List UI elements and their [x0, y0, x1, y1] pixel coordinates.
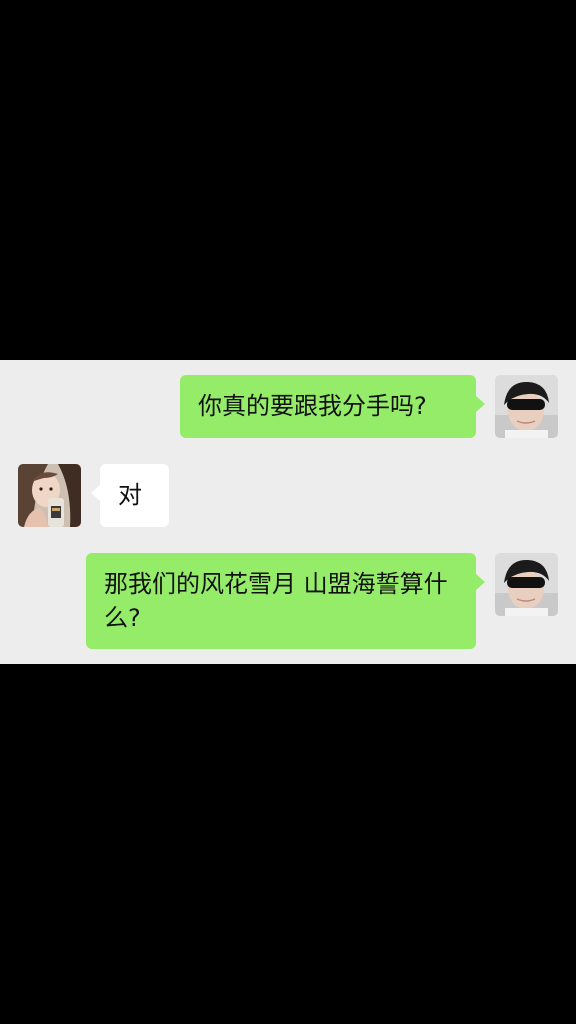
my-avatar[interactable] — [495, 553, 558, 616]
incoming-message-bubble[interactable]: 对 — [100, 464, 169, 527]
my-avatar[interactable] — [495, 375, 558, 438]
outgoing-message-bubble[interactable]: 你真的要跟我分手吗? — [180, 375, 476, 438]
woman-with-bottle-avatar-icon — [18, 464, 81, 527]
bubble-tail — [476, 396, 485, 412]
contact-avatar[interactable] — [18, 464, 81, 527]
video-frame: 你真的要跟我分手吗? 对 那我们的风花雪月 山盟海誓算什么? — [0, 0, 576, 1024]
sleeping-man-avatar-icon — [495, 375, 558, 438]
bubble-tail — [91, 485, 100, 501]
sleeping-man-avatar-icon — [495, 553, 558, 616]
bubble-tail — [476, 574, 485, 590]
outgoing-message-bubble[interactable]: 那我们的风花雪月 山盟海誓算什么? — [86, 553, 476, 649]
